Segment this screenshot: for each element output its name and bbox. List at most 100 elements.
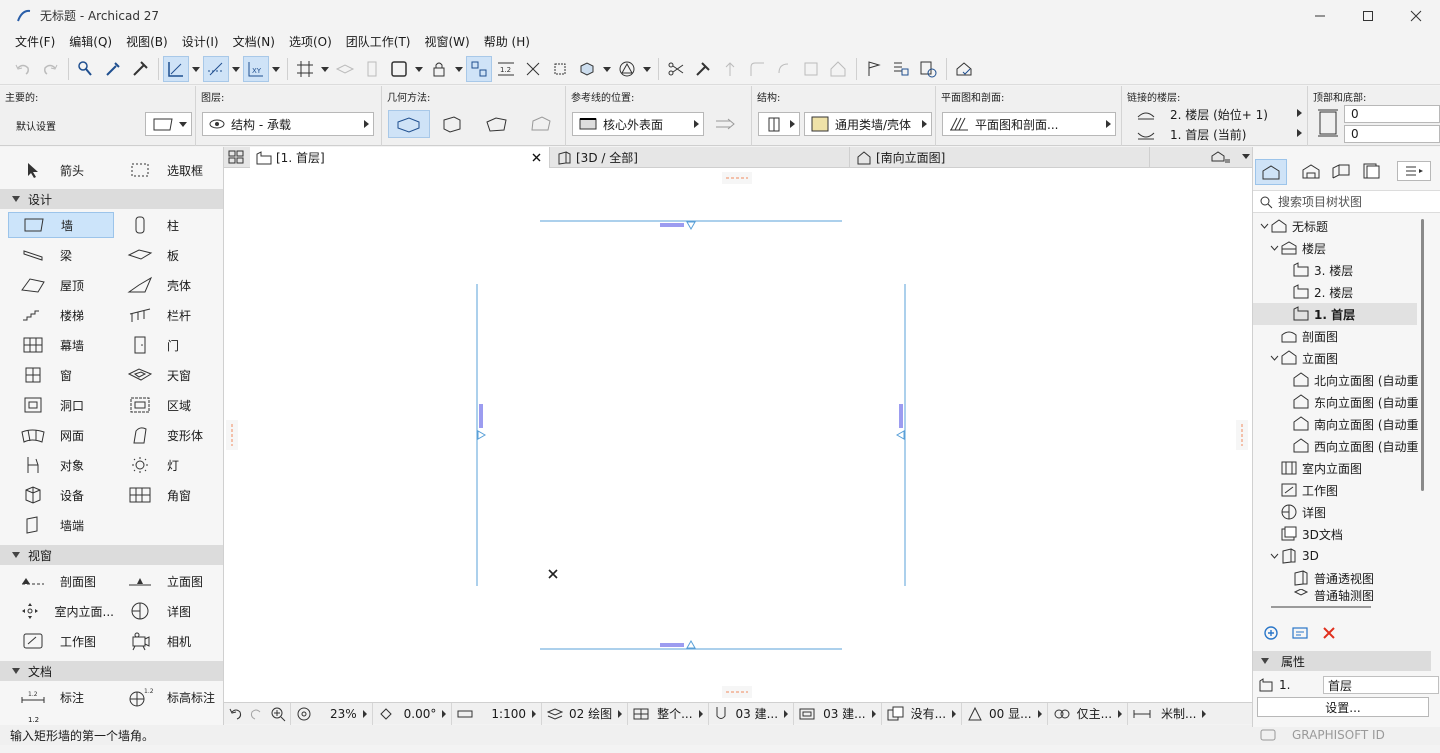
refline-offset-button[interactable] bbox=[708, 110, 744, 138]
render-dropdown[interactable] bbox=[641, 56, 653, 82]
interior-elevation-tool[interactable]: 室内立面... bbox=[8, 598, 114, 624]
beam-tool[interactable]: 梁 bbox=[8, 242, 114, 268]
tab-south-elevation[interactable]: [南向立面图] bbox=[850, 147, 1150, 168]
tree-east-elevation[interactable]: 东向立面图 (自动重 bbox=[1253, 391, 1419, 413]
camera-tool[interactable]: 相机 bbox=[115, 628, 221, 654]
render-button[interactable] bbox=[614, 56, 640, 82]
properties-header[interactable]: 属性 bbox=[1253, 651, 1431, 671]
opening-tool[interactable]: 洞口 bbox=[8, 392, 114, 418]
zoom-dropdown[interactable]: 23% bbox=[291, 702, 373, 725]
3d-view-dropdown[interactable] bbox=[601, 56, 613, 82]
group-document[interactable]: 文档 bbox=[0, 661, 223, 681]
menu-help[interactable]: 帮助 (H) bbox=[477, 33, 537, 50]
corner-window-tool[interactable]: 角窗 bbox=[115, 482, 221, 508]
undo-button[interactable] bbox=[10, 56, 36, 82]
menu-file[interactable]: 文件(F) bbox=[8, 33, 62, 50]
suspend-groups-button[interactable] bbox=[466, 55, 492, 82]
adjust-elements-button[interactable] bbox=[690, 56, 716, 82]
prop-name-field[interactable]: 首层 bbox=[1323, 676, 1439, 694]
flag-button[interactable] bbox=[861, 56, 887, 82]
linked-bottom-row[interactable]: 1. 首层 (当前) bbox=[1136, 125, 1306, 143]
minimize-button[interactable] bbox=[1296, 0, 1344, 31]
eyedropper-button[interactable] bbox=[100, 56, 126, 82]
3d-view-button[interactable] bbox=[574, 56, 600, 82]
settings-button[interactable]: 设置... bbox=[1257, 697, 1429, 717]
view-map-button[interactable] bbox=[1301, 163, 1321, 179]
geometry-straight-button[interactable] bbox=[388, 110, 430, 138]
undo-zoom-button[interactable] bbox=[224, 703, 246, 725]
splitter-handle[interactable] bbox=[1271, 606, 1371, 608]
layer-dropdown[interactable]: 结构 - 承载 bbox=[202, 112, 374, 136]
tab-floor-plan[interactable]: [1. 首层] bbox=[250, 147, 550, 168]
split-button[interactable] bbox=[663, 56, 689, 82]
close-button[interactable] bbox=[1392, 0, 1440, 31]
detail-tool[interactable]: 详图 bbox=[115, 598, 221, 624]
drawing-canvas[interactable] bbox=[224, 168, 1252, 702]
menu-view[interactable]: 视图(B) bbox=[119, 33, 175, 50]
tree-3d-documents[interactable]: 3D文档 bbox=[1253, 523, 1419, 545]
find-select-button[interactable] bbox=[73, 56, 99, 82]
skylight-tool[interactable]: 天窗 bbox=[115, 362, 221, 388]
slab-tool[interactable]: 板 bbox=[115, 242, 221, 268]
worksheet-tool[interactable]: 工作图 bbox=[8, 628, 114, 654]
adjust-button[interactable] bbox=[547, 56, 573, 82]
trace-button[interactable] bbox=[359, 56, 385, 82]
intersect-button[interactable] bbox=[520, 56, 546, 82]
tab-3d[interactable]: [3D / 全部] bbox=[550, 147, 850, 168]
rotate-button[interactable] bbox=[771, 56, 797, 82]
tree-worksheets[interactable]: 工作图 bbox=[1253, 479, 1419, 501]
favorites-dropdown[interactable] bbox=[145, 112, 192, 136]
navigator-menu-button[interactable] bbox=[1397, 161, 1431, 181]
shell-tool[interactable]: 壳体 bbox=[115, 272, 221, 298]
curtain-wall-tool[interactable]: 幕墙 bbox=[8, 332, 114, 358]
structure-dropdown[interactable]: 通用类墙/壳体 bbox=[804, 112, 932, 136]
tab-list-button[interactable] bbox=[1210, 150, 1250, 164]
gravity-button[interactable] bbox=[163, 55, 189, 82]
tree-story-2[interactable]: 2. 楼层 bbox=[1253, 281, 1419, 303]
redo-zoom-button[interactable] bbox=[246, 703, 266, 725]
view-frame-button[interactable] bbox=[386, 56, 412, 82]
coordinates-dropdown[interactable] bbox=[270, 56, 282, 82]
tree-stories[interactable]: 楼层 bbox=[1253, 237, 1419, 259]
menu-document[interactable]: 文档(N) bbox=[226, 33, 282, 50]
marquee-tool[interactable]: 选取框 bbox=[115, 157, 221, 183]
tree-south-elevation[interactable]: 南向立面图 (自动重 bbox=[1253, 413, 1419, 435]
scale-dropdown[interactable]: 1:100 bbox=[452, 702, 542, 725]
new-view-button[interactable] bbox=[1263, 625, 1279, 641]
morph-tool[interactable]: 变形体 bbox=[115, 422, 221, 448]
zoom-in-button[interactable] bbox=[266, 702, 291, 725]
grid-dropdown[interactable] bbox=[319, 56, 331, 82]
menu-window[interactable]: 视窗(W) bbox=[417, 33, 476, 50]
partial-structure-dropdown[interactable]: 03 建... bbox=[794, 702, 882, 725]
roof-tool[interactable]: 屋顶 bbox=[8, 272, 114, 298]
view-settings-button[interactable] bbox=[1292, 625, 1308, 641]
plansection-dropdown[interactable]: 平面图和剖面... bbox=[942, 112, 1116, 136]
grid-snap-button[interactable] bbox=[292, 56, 318, 82]
equipment-tool[interactable]: 设备 bbox=[8, 482, 114, 508]
tree-3d[interactable]: 3D bbox=[1253, 545, 1419, 567]
structure-type-dropdown[interactable] bbox=[758, 112, 800, 136]
column-tool[interactable]: 柱 bbox=[115, 212, 221, 238]
object-tool[interactable]: 对象 bbox=[8, 452, 114, 478]
orientation-dropdown[interactable]: 0.00° bbox=[373, 702, 453, 725]
tree-details[interactable]: 详图 bbox=[1253, 501, 1419, 523]
project-map-button[interactable] bbox=[1255, 159, 1287, 185]
group-viewpoint[interactable]: 视窗 bbox=[0, 545, 223, 565]
refline-dropdown[interactable]: 核心外表面 bbox=[572, 112, 704, 136]
search-input[interactable]: 搜索项目树状图 bbox=[1278, 193, 1362, 210]
guide-lines-button[interactable] bbox=[203, 55, 229, 82]
tree-perspective[interactable]: 普通透视图 bbox=[1253, 567, 1419, 589]
lamp-tool[interactable]: 灯 bbox=[115, 452, 221, 478]
tree-elevations[interactable]: 立面图 bbox=[1253, 347, 1419, 369]
window-tool[interactable]: 窗 bbox=[8, 362, 114, 388]
layer-combination-dropdown[interactable]: 02 绘图 bbox=[542, 702, 629, 725]
tree-story-3[interactable]: 3. 楼层 bbox=[1253, 259, 1419, 281]
coordinates-button[interactable]: XY bbox=[243, 55, 269, 82]
stair-tool[interactable]: 楼梯 bbox=[8, 302, 114, 328]
tab-close-icon[interactable] bbox=[532, 153, 541, 162]
resize-button[interactable] bbox=[798, 56, 824, 82]
menu-edit[interactable]: 编辑(Q) bbox=[62, 33, 119, 50]
lock-dropdown[interactable] bbox=[453, 56, 465, 82]
lock-button[interactable] bbox=[426, 56, 452, 82]
structure-display-dropdown[interactable]: 03 建... bbox=[709, 702, 795, 725]
